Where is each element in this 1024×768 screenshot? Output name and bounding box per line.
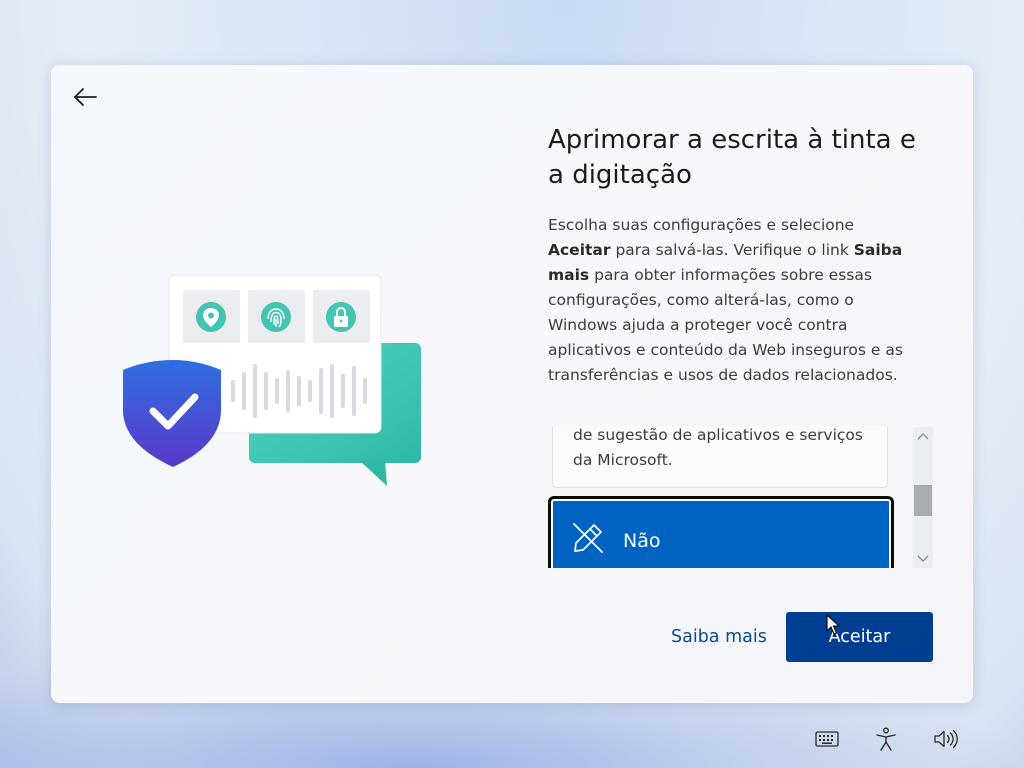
options-scrollbar[interactable]	[913, 427, 933, 568]
setup-dialog: Aprimorar a escrita à tinta e a digitaçã…	[51, 65, 973, 703]
privacy-illustration	[123, 274, 421, 486]
scroll-down-button[interactable]	[913, 550, 933, 568]
accept-button[interactable]: Aceitar	[786, 612, 933, 662]
chevron-down-icon	[917, 555, 929, 562]
accessibility-icon	[876, 727, 896, 751]
fingerprint-icon	[261, 302, 291, 332]
back-arrow-icon	[74, 88, 97, 106]
volume-icon	[934, 729, 958, 749]
option-no-label: Não	[623, 530, 661, 552]
option-yes[interactable]: de sugestão de aplicativos e serviços da…	[552, 426, 888, 488]
shield-check-icon	[123, 360, 221, 467]
mouse-pointer-icon	[826, 614, 840, 635]
scroll-thumb[interactable]	[914, 485, 932, 516]
learn-more-link[interactable]: Saiba mais	[671, 627, 767, 651]
keyboard-button[interactable]	[814, 726, 840, 752]
option-yes-description: de sugestão de aplicativos e serviços da…	[573, 426, 863, 469]
chevron-up-icon	[917, 433, 929, 440]
accessibility-button[interactable]	[873, 726, 899, 752]
keyboard-icon	[815, 731, 839, 747]
padlock-icon	[326, 302, 356, 332]
options-list[interactable]: de sugestão de aplicativos e serviços da…	[548, 426, 894, 568]
back-button[interactable]	[69, 81, 101, 113]
page-description: Escolha suas configurações e selecione A…	[548, 216, 903, 384]
pen-off-icon	[573, 523, 603, 553]
scroll-up-button[interactable]	[913, 427, 933, 445]
option-no[interactable]: Não	[548, 496, 894, 568]
page-title: Aprimorar a escrita à tinta e a digitaçã…	[548, 125, 916, 190]
location-pin-icon	[196, 302, 226, 332]
volume-button[interactable]	[933, 726, 959, 752]
